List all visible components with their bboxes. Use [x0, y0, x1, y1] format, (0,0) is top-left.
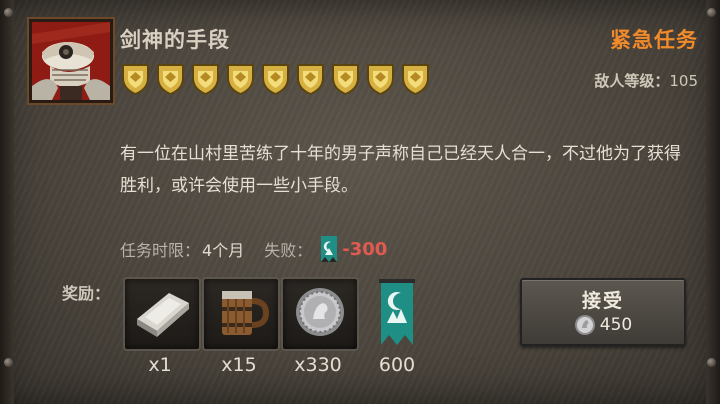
quest-description: 有一位在山村里苦练了十年的男子声称自己已经天人合一，不过他为了获得胜利，或许会使… [120, 144, 681, 196]
duration-value: 4个月 [202, 241, 245, 260]
rivet [4, 358, 13, 367]
wooden-mug-icon [222, 291, 270, 335]
samurai-portrait-icon [32, 22, 110, 100]
rank-shield-icon [367, 64, 394, 95]
accept-cost: 450 [522, 314, 684, 336]
rank-shield-icon [157, 64, 184, 95]
rank-shield-icon [262, 64, 289, 95]
quest-meta: 任务时限： 4个月 失败： -300 [120, 236, 387, 262]
enemy-level: 敌人等级：105 [594, 70, 698, 91]
rivet [707, 358, 716, 367]
panel-frame-left [0, 0, 14, 404]
quest-panel: 剑神的手段 紧急任务 敌人等级：105 有一位在山村里苦练了十年的男子声称自己已… [0, 0, 720, 404]
rank-shields [120, 62, 431, 96]
rank-shield-icon [332, 64, 359, 95]
silver-coin-icon [296, 288, 344, 336]
silver-coin-icon [574, 315, 595, 335]
reward-qty: x15 [221, 354, 257, 376]
rivet [707, 8, 716, 17]
enemy-level-value: 105 [669, 72, 698, 90]
rank-shield-icon [122, 64, 149, 95]
rivet [4, 8, 13, 17]
reward-slot[interactable] [202, 277, 280, 351]
accept-label: 接受 [581, 290, 624, 312]
enemy-portrait[interactable] [29, 19, 113, 103]
rewards-label: 奖励： [62, 284, 111, 303]
fail-label: 失败： [264, 241, 313, 260]
faction-banner-icon [321, 236, 338, 262]
reward-qty: x1 [148, 354, 172, 376]
reward-slot[interactable] [123, 277, 201, 351]
accept-button[interactable]: 接受 450 [520, 278, 686, 346]
urgent-quest-tag: 紧急任务 [610, 28, 698, 52]
faction-banner-icon[interactable] [377, 279, 417, 345]
reward-qty: x330 [294, 354, 342, 376]
fail-penalty: -300 [342, 238, 388, 260]
panel-frame-right [706, 0, 720, 404]
duration-label: 任务时限： [120, 241, 201, 260]
accept-cost-value: 450 [599, 315, 633, 335]
silver-ingot-icon [137, 293, 189, 337]
reward-qty: 600 [378, 354, 416, 376]
reward-slot[interactable] [281, 277, 359, 351]
rank-shield-icon [192, 64, 219, 95]
rank-shield-icon [402, 64, 429, 95]
enemy-level-label: 敌人等级： [594, 72, 670, 90]
rank-shield-icon [227, 64, 254, 95]
quest-title: 剑神的手段 [120, 28, 230, 52]
rank-shield-icon [297, 64, 324, 95]
